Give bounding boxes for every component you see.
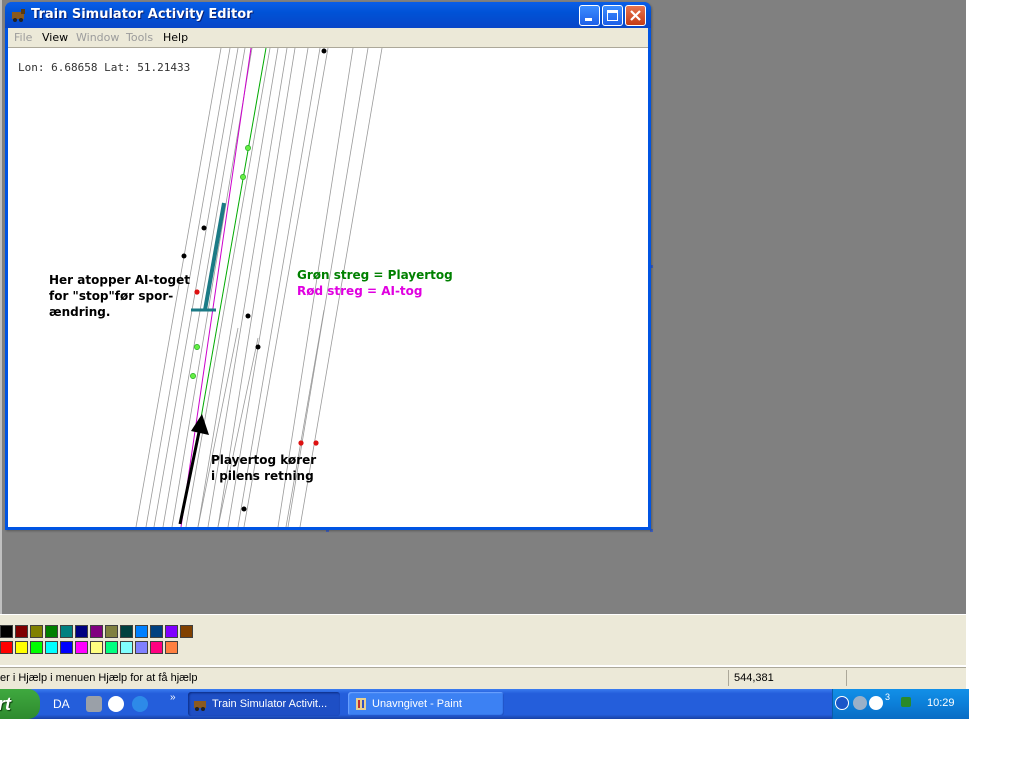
- waypoint-marker: [181, 253, 187, 259]
- ai-stop-marker: [298, 440, 304, 446]
- show-desktop-icon[interactable]: [86, 696, 102, 712]
- palette-row: [0, 641, 180, 655]
- panda-tray-icon[interactable]: [869, 696, 883, 710]
- task-activity-editor[interactable]: Train Simulator Activit...: [188, 692, 340, 716]
- cursor-lonlat: Lon: 6.68658 Lat: 51.21433: [18, 61, 191, 74]
- color-swatch[interactable]: [90, 641, 103, 654]
- menu-help[interactable]: Help: [163, 31, 188, 44]
- color-swatch[interactable]: [120, 641, 133, 654]
- tray-badge: 3: [885, 692, 891, 702]
- status-separator: [728, 670, 729, 686]
- taskbar: rt DA » Train Simulator Activit... Unavn…: [0, 689, 969, 719]
- direction-annotation: Playertog kører i pilens retning: [211, 453, 317, 483]
- ai-stop-marker: [313, 440, 319, 446]
- status-hint: er i Hjælp i menuen Hjælp for at få hjæl…: [0, 672, 198, 684]
- color-swatch[interactable]: [150, 641, 163, 654]
- path-node: [190, 373, 196, 379]
- minimize-icon: [585, 18, 592, 21]
- minimize-button[interactable]: [579, 5, 600, 26]
- player-path-nodes: [190, 145, 251, 379]
- color-swatch[interactable]: [30, 625, 43, 638]
- cursor-coordinates: 544,381: [734, 672, 774, 684]
- close-icon: [630, 10, 641, 21]
- color-swatch[interactable]: [135, 641, 148, 654]
- color-swatch[interactable]: [90, 625, 103, 638]
- color-swatch[interactable]: [135, 625, 148, 638]
- menu-window[interactable]: Window: [76, 31, 119, 44]
- quicklaunch-chevron-icon[interactable]: »: [170, 692, 176, 703]
- internet-explorer-icon[interactable]: [132, 696, 148, 712]
- status-separator: [846, 670, 847, 686]
- taskbar-clock[interactable]: 10:29: [927, 697, 955, 709]
- stop-annotation: Her atopper AI-toget for "stop"før spor-…: [49, 273, 190, 319]
- color-swatch[interactable]: [165, 641, 178, 654]
- direction-arrow: [178, 414, 209, 525]
- window-client: File View Window Tools Help Lon: 6.68658…: [8, 28, 648, 527]
- menu-view[interactable]: View: [42, 31, 68, 44]
- color-swatch[interactable]: [0, 625, 13, 638]
- color-swatch[interactable]: [165, 625, 178, 638]
- start-label: rt: [0, 694, 11, 714]
- palette-row: [0, 625, 195, 639]
- color-swatch[interactable]: [120, 625, 133, 638]
- color-swatch[interactable]: [15, 625, 28, 638]
- path-node: [245, 145, 251, 151]
- color-palette: [0, 614, 966, 665]
- color-swatch[interactable]: [75, 625, 88, 638]
- color-swatch[interactable]: [15, 641, 28, 654]
- track-line: [217, 337, 259, 527]
- color-swatch[interactable]: [60, 641, 73, 654]
- task-paint[interactable]: Unavngivet - Paint: [348, 692, 504, 716]
- close-button[interactable]: [625, 5, 646, 26]
- start-button[interactable]: rt: [0, 689, 40, 719]
- paint-icon: [356, 698, 366, 710]
- window-titlebar[interactable]: Train Simulator Activity Editor: [5, 2, 651, 28]
- tray-expand-icon[interactable]: [835, 696, 849, 710]
- path-node: [240, 174, 246, 180]
- app-icon: [12, 9, 25, 22]
- color-swatch[interactable]: [180, 625, 193, 638]
- language-indicator[interactable]: DA: [53, 697, 70, 711]
- color-swatch[interactable]: [60, 625, 73, 638]
- color-swatch[interactable]: [45, 641, 58, 654]
- tray-app-icon[interactable]: [901, 697, 911, 707]
- waypoint-marker: [201, 225, 207, 231]
- color-swatch[interactable]: [150, 625, 163, 638]
- color-swatch[interactable]: [105, 641, 118, 654]
- maximize-icon: [607, 10, 618, 21]
- system-tray: 3 10:29: [832, 689, 969, 719]
- color-swatch[interactable]: [105, 625, 118, 638]
- desktop-blank-area: [0, 719, 1024, 768]
- task-label: Unavngivet - Paint: [372, 698, 462, 710]
- route-map-view[interactable]: Lon: 6.68658 Lat: 51.21433 Her atopper A…: [8, 48, 648, 527]
- color-swatch[interactable]: [75, 641, 88, 654]
- paint-toolbox-edge: [0, 0, 2, 614]
- color-swatch[interactable]: [30, 641, 43, 654]
- legend-player-line: Grøn streg = Playertog: [297, 268, 453, 282]
- task-label: Train Simulator Activit...: [212, 698, 328, 710]
- waypoint-marker: [245, 313, 251, 319]
- menu-tools[interactable]: Tools: [126, 31, 153, 44]
- status-bar: er i Hjælp i menuen Hjælp for at få hjæl…: [0, 667, 966, 689]
- activity-editor-icon: [194, 701, 206, 711]
- network-icon[interactable]: [853, 696, 867, 710]
- window-title: Train Simulator Activity Editor: [31, 7, 253, 22]
- waypoint-marker: [241, 506, 247, 512]
- menu-file[interactable]: File: [14, 31, 32, 44]
- maximize-button[interactable]: [602, 5, 623, 26]
- ai-stop-marker: [194, 289, 200, 295]
- activity-editor-window: Train Simulator Activity Editor File Vie…: [5, 2, 651, 530]
- menu-bar: File View Window Tools Help: [8, 28, 648, 48]
- legend-ai-line: Rød streg = AI-tog: [297, 284, 423, 298]
- waypoint-marker: [255, 344, 261, 350]
- color-swatch[interactable]: [45, 625, 58, 638]
- ai-stop-markers: [194, 289, 319, 446]
- panda-icon[interactable]: [108, 696, 124, 712]
- path-node: [194, 344, 200, 350]
- color-swatch[interactable]: [0, 641, 13, 654]
- waypoint-marker: [321, 48, 327, 54]
